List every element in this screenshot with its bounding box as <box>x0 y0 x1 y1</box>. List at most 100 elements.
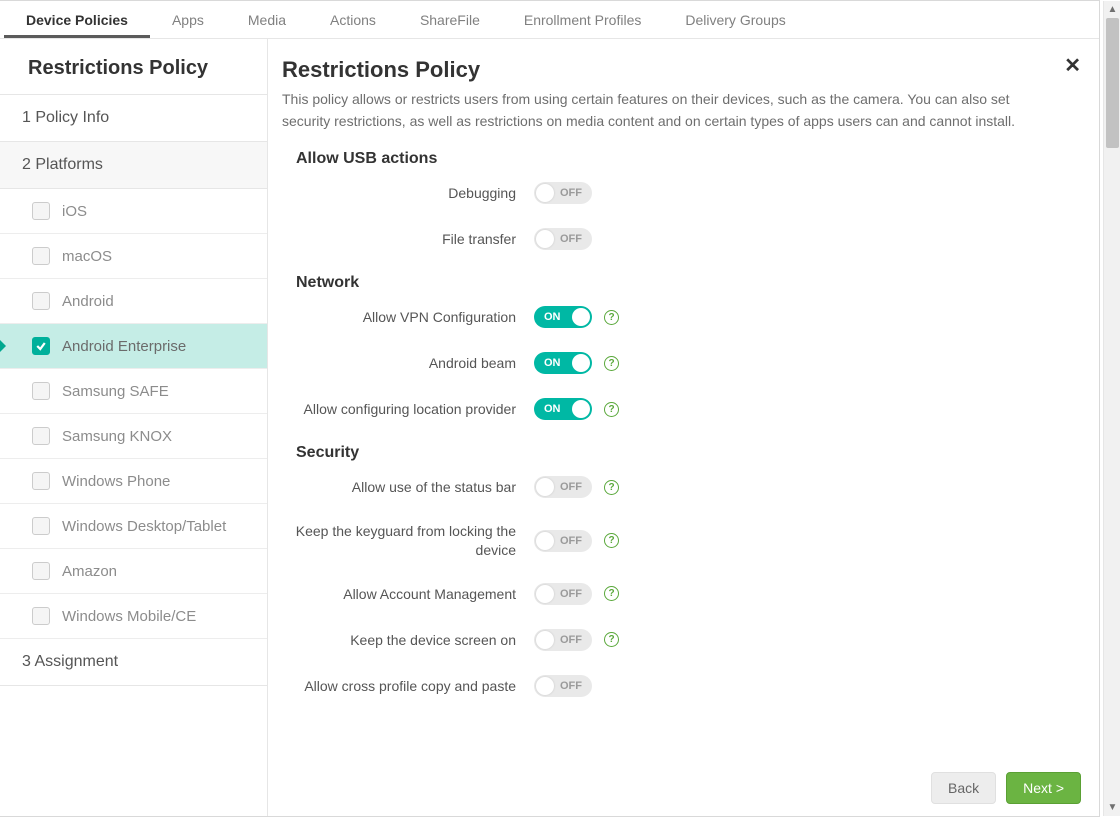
tab-sharefile[interactable]: ShareFile <box>398 2 502 38</box>
toggle-on[interactable]: ON <box>534 352 592 374</box>
setting-label: Android beam <box>282 354 534 372</box>
setting-row: File transferOFF <box>282 228 1071 250</box>
platform-label: Samsung KNOX <box>62 428 172 445</box>
platform-android-enterprise[interactable]: Android Enterprise <box>0 324 267 369</box>
platform-samsung-safe[interactable]: Samsung SAFE <box>0 369 267 414</box>
platform-macos[interactable]: macOS <box>0 234 267 279</box>
help-icon[interactable]: ? <box>604 356 619 371</box>
step-platforms[interactable]: 2 Platforms <box>0 142 267 189</box>
sidebar: Restrictions Policy 1 Policy Info 2 Plat… <box>0 39 268 816</box>
section-title-usb: Allow USB actions <box>296 150 1071 168</box>
toggle-on[interactable]: ON <box>534 398 592 420</box>
toggle-off[interactable]: OFF <box>534 583 592 605</box>
platform-label: Windows Desktop/Tablet <box>62 518 226 535</box>
toggle-on[interactable]: ON <box>534 306 592 328</box>
setting-label: Keep the keyguard from locking the devic… <box>282 522 534 558</box>
setting-row: Allow Account ManagementOFF? <box>282 583 1071 605</box>
help-icon[interactable]: ? <box>604 480 619 495</box>
tab-enrollment-profiles[interactable]: Enrollment Profiles <box>502 2 664 38</box>
platform-label: Samsung SAFE <box>62 383 169 400</box>
scroll-thumb[interactable] <box>1106 18 1119 148</box>
back-button[interactable]: Back <box>931 772 996 804</box>
sidebar-title: Restrictions Policy <box>0 39 267 95</box>
platform-label: iOS <box>62 203 87 220</box>
setting-control: OFF <box>534 228 592 250</box>
checkbox-icon[interactable] <box>32 517 50 535</box>
setting-control: ON? <box>534 306 619 328</box>
tab-delivery-groups[interactable]: Delivery Groups <box>663 2 807 38</box>
setting-label: File transfer <box>282 230 534 248</box>
page-description: This policy allows or restricts users fr… <box>282 89 1022 132</box>
platform-amazon[interactable]: Amazon <box>0 549 267 594</box>
platform-windows-desktop-tablet[interactable]: Windows Desktop/Tablet <box>0 504 267 549</box>
setting-label: Allow use of the status bar <box>282 478 534 496</box>
setting-row: Allow cross profile copy and pasteOFF <box>282 675 1071 697</box>
next-button[interactable]: Next > <box>1006 772 1081 804</box>
checkbox-icon[interactable] <box>32 382 50 400</box>
setting-row: DebuggingOFF <box>282 182 1071 204</box>
toggle-off[interactable]: OFF <box>534 228 592 250</box>
setting-label: Allow VPN Configuration <box>282 308 534 326</box>
scrollbar[interactable]: ▲ ▼ <box>1103 1 1120 816</box>
close-button[interactable]: ✕ <box>1064 53 1081 78</box>
platform-label: Windows Mobile/CE <box>62 608 196 625</box>
checkbox-icon[interactable] <box>32 427 50 445</box>
setting-row: Keep the device screen onOFF? <box>282 629 1071 651</box>
toggle-off[interactable]: OFF <box>534 476 592 498</box>
setting-control: OFF? <box>534 583 619 605</box>
setting-control: ON? <box>534 352 619 374</box>
platform-android[interactable]: Android <box>0 279 267 324</box>
setting-control: OFF <box>534 675 592 697</box>
checkbox-icon[interactable] <box>32 337 50 355</box>
setting-row: Allow use of the status barOFF? <box>282 476 1071 498</box>
tab-media[interactable]: Media <box>226 2 308 38</box>
toggle-off[interactable]: OFF <box>534 530 592 552</box>
setting-row: Android beamON? <box>282 352 1071 374</box>
toggle-off[interactable]: OFF <box>534 629 592 651</box>
platform-windows-phone[interactable]: Windows Phone <box>0 459 267 504</box>
step-assignment[interactable]: 3 Assignment <box>0 639 267 686</box>
setting-control: OFF <box>534 182 592 204</box>
setting-label: Allow configuring location provider <box>282 400 534 418</box>
checkbox-icon[interactable] <box>32 607 50 625</box>
top-tabs: Device Policies Apps Media Actions Share… <box>0 1 1099 39</box>
platform-label: Amazon <box>62 563 117 580</box>
setting-row: Keep the keyguard from locking the devic… <box>282 522 1071 558</box>
setting-row: Allow VPN ConfigurationON? <box>282 306 1071 328</box>
step-policy-info[interactable]: 1 Policy Info <box>0 95 267 142</box>
checkbox-icon[interactable] <box>32 202 50 220</box>
platform-ios[interactable]: iOS <box>0 189 267 234</box>
setting-label: Debugging <box>282 184 534 202</box>
tab-device-policies[interactable]: Device Policies <box>4 2 150 38</box>
setting-control: OFF? <box>534 476 619 498</box>
footer-buttons: Back Next > <box>931 772 1081 804</box>
help-icon[interactable]: ? <box>604 310 619 325</box>
scroll-down-arrow[interactable]: ▼ <box>1104 799 1120 816</box>
setting-control: OFF? <box>534 629 619 651</box>
tab-apps[interactable]: Apps <box>150 2 226 38</box>
scroll-up-arrow[interactable]: ▲ <box>1104 1 1120 18</box>
platform-windows-mobile-ce[interactable]: Windows Mobile/CE <box>0 594 267 639</box>
checkbox-icon[interactable] <box>32 247 50 265</box>
help-icon[interactable]: ? <box>604 533 619 548</box>
section-title-security: Security <box>296 444 1071 462</box>
help-icon[interactable]: ? <box>604 586 619 601</box>
checkbox-icon[interactable] <box>32 562 50 580</box>
checkbox-icon[interactable] <box>32 472 50 490</box>
toggle-off[interactable]: OFF <box>534 675 592 697</box>
checkbox-icon[interactable] <box>32 292 50 310</box>
toggle-off[interactable]: OFF <box>534 182 592 204</box>
tab-actions[interactable]: Actions <box>308 2 398 38</box>
setting-control: OFF? <box>534 530 619 552</box>
setting-label: Allow cross profile copy and paste <box>282 677 534 695</box>
main-panel: ✕ Restrictions Policy This policy allows… <box>268 39 1099 816</box>
setting-control: ON? <box>534 398 619 420</box>
platform-label: Android Enterprise <box>62 338 186 355</box>
help-icon[interactable]: ? <box>604 632 619 647</box>
platform-samsung-knox[interactable]: Samsung KNOX <box>0 414 267 459</box>
platform-label: Windows Phone <box>62 473 170 490</box>
setting-label: Keep the device screen on <box>282 631 534 649</box>
platform-label: macOS <box>62 248 112 265</box>
help-icon[interactable]: ? <box>604 402 619 417</box>
page-title: Restrictions Policy <box>282 57 1071 83</box>
